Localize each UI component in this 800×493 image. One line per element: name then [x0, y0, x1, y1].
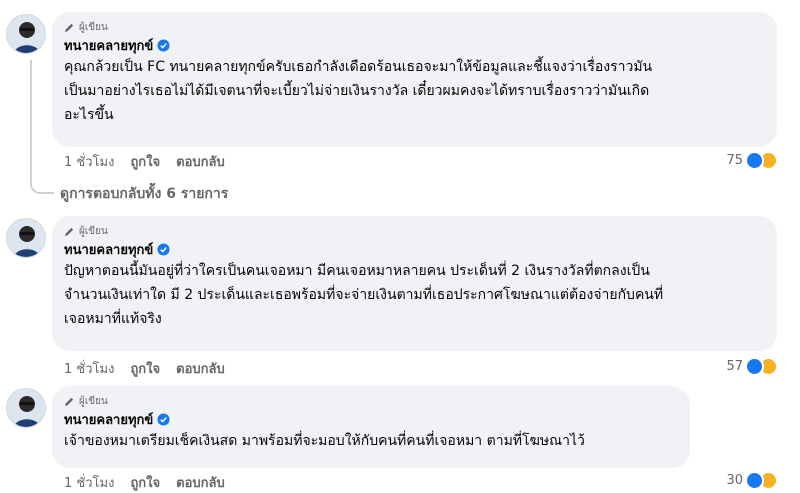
- author-badge-label: ผู้เขียน: [79, 21, 108, 33]
- author-name-text[interactable]: ทนายคลายทุกข์: [64, 239, 153, 260]
- like-reaction-icon: [745, 150, 764, 170]
- comment-text-line: คุณกล้วยเป็น FC ทนายคลายทุกข์ครับเธอกำลั…: [64, 59, 653, 75]
- like-reaction-icon: [745, 356, 764, 376]
- like-reaction-icon: [745, 470, 764, 490]
- comment-text-line: ปัญหาตอนนี้มันอยู่ที่ว่าใครเป็นคนเจอหมา …: [64, 263, 650, 279]
- comment-actions: 1 ชั่วโมง ถูกใจ ตอบกลับ: [64, 358, 225, 377]
- like-button[interactable]: ถูกใจ: [130, 358, 160, 377]
- reaction-count: 75: [726, 152, 743, 168]
- author-name[interactable]: ทนายคลายทุกข์: [64, 37, 765, 54]
- reply-button[interactable]: ตอบกลับ: [176, 472, 225, 491]
- author-badge: ผู้เขียน: [64, 224, 765, 238]
- author-badge: ผู้เขียน: [64, 20, 765, 34]
- view-replies-link[interactable]: ดูการตอบกลับทั้ง 6 รายการ: [60, 183, 228, 205]
- comment-actions: 1 ชั่วโมง ถูกใจ ตอบกลับ: [64, 472, 225, 491]
- comment-bubble: ผู้เขียน ทนายคลายทุกข์ ปัญหาตอนนี้มันอยู…: [52, 216, 777, 351]
- reaction-count: 30: [726, 472, 743, 488]
- comment-text: เจ้าของหมาเตรียมเช็คเงินสด มาพร้อมที่จะม…: [64, 429, 678, 453]
- avatar[interactable]: [6, 218, 46, 258]
- comment-text-line: จำนวนเงินเท่าใด มี 2 ประเด็นและเธอพร้อมท…: [64, 287, 664, 303]
- avatar[interactable]: [6, 388, 46, 428]
- comment-bubble: ผู้เขียน ทนายคลายทุกข์ เจ้าของหมาเตรียมเ…: [52, 386, 690, 468]
- like-button[interactable]: ถูกใจ: [130, 151, 160, 170]
- like-button[interactable]: ถูกใจ: [130, 472, 160, 491]
- comment-text-line: เป็นมาอย่างไรเธอไม่ได้มีเจตนาที่จะเบี้ยว…: [64, 83, 650, 99]
- comment-text: คุณกล้วยเป็น FC ทนายคลายทุกข์ครับเธอกำลั…: [64, 55, 765, 127]
- comment-text-line: เจอหมาที่แท้จริง: [64, 311, 162, 327]
- author-name[interactable]: ทนายคลายทุกข์: [64, 241, 765, 258]
- timestamp-link[interactable]: 1 ชั่วโมง: [64, 472, 114, 491]
- reaction-summary[interactable]: 75: [726, 150, 778, 170]
- timestamp-link[interactable]: 1 ชั่วโมง: [64, 151, 114, 170]
- reaction-summary[interactable]: 57: [726, 356, 778, 376]
- reply-button[interactable]: ตอบกลับ: [176, 151, 225, 170]
- pencil-icon: [64, 23, 74, 32]
- comment-actions: 1 ชั่วโมง ถูกใจ ตอบกลับ: [64, 151, 225, 170]
- avatar[interactable]: [6, 14, 46, 54]
- verified-badge-icon: [157, 413, 170, 426]
- pencil-icon: [64, 227, 74, 236]
- author-name[interactable]: ทนายคลายทุกข์: [64, 411, 678, 428]
- timestamp-link[interactable]: 1 ชั่วโมง: [64, 358, 114, 377]
- comment-text-line: เจ้าของหมาเตรียมเช็คเงินสด มาพร้อมที่จะม…: [64, 433, 585, 449]
- comment-text: ปัญหาตอนนี้มันอยู่ที่ว่าใครเป็นคนเจอหมา …: [64, 259, 765, 331]
- verified-badge-icon: [157, 39, 170, 52]
- author-name-text[interactable]: ทนายคลายทุกข์: [64, 409, 153, 430]
- author-name-text[interactable]: ทนายคลายทุกข์: [64, 35, 153, 56]
- author-badge: ผู้เขียน: [64, 394, 678, 408]
- author-badge-label: ผู้เขียน: [79, 225, 108, 237]
- reaction-count: 57: [726, 358, 743, 374]
- comment-bubble: ผู้เขียน ทนายคลายทุกข์ คุณกล้วยเป็น FC ท…: [52, 12, 777, 147]
- reaction-summary[interactable]: 30: [726, 470, 778, 490]
- verified-badge-icon: [157, 243, 170, 256]
- reply-thread-line: [30, 60, 54, 194]
- author-badge-label: ผู้เขียน: [79, 395, 108, 407]
- reply-button[interactable]: ตอบกลับ: [176, 358, 225, 377]
- comment-text-line: อะไรขึ้น: [64, 107, 114, 123]
- pencil-icon: [64, 397, 74, 406]
